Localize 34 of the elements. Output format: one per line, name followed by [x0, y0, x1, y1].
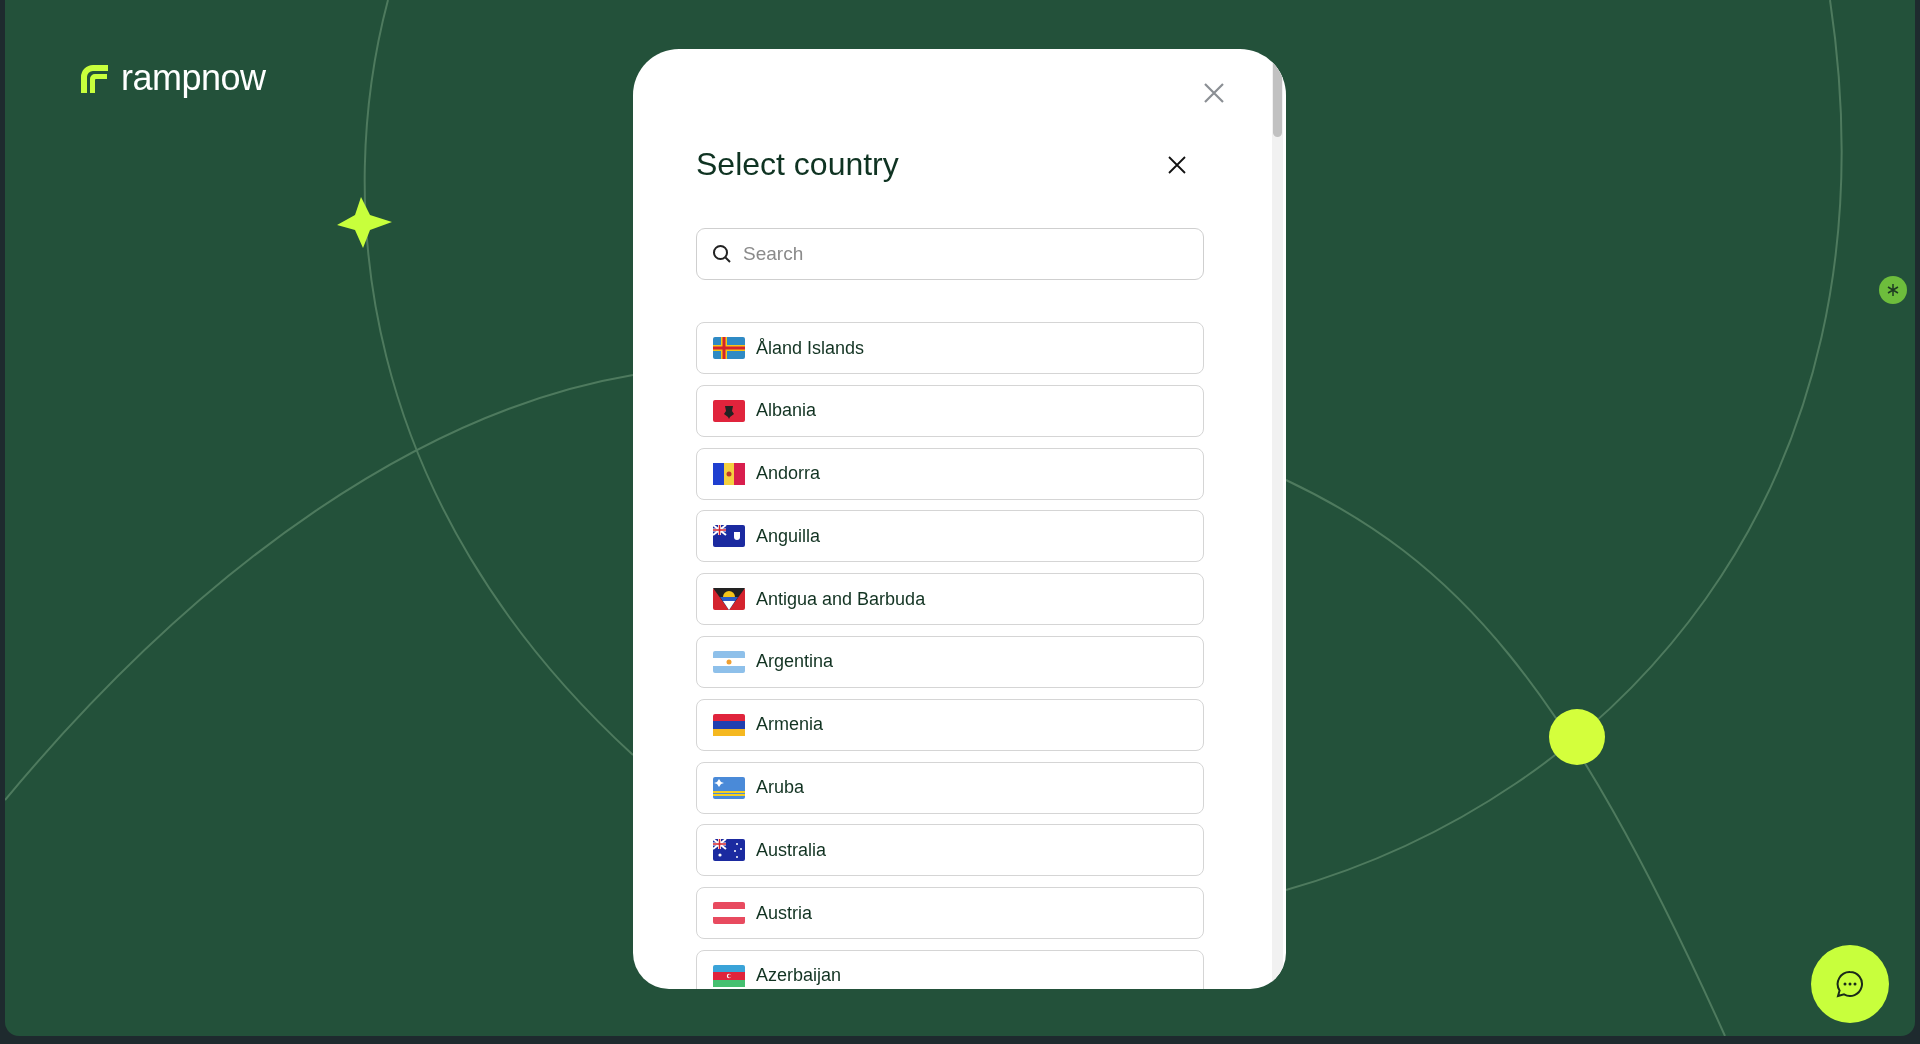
flag-icon: [713, 588, 745, 611]
flag-icon: [713, 964, 745, 987]
flag-icon: [713, 337, 745, 359]
country-option[interactable]: Australia: [696, 824, 1204, 877]
country-option[interactable]: Argentina: [696, 636, 1204, 688]
flag-icon: [713, 713, 745, 736]
dialog-title: Select country: [696, 146, 899, 183]
country-option[interactable]: Anguilla: [696, 510, 1204, 563]
flag-icon: [713, 776, 745, 799]
logo-icon: [79, 63, 109, 93]
asterisk-badge-icon: [1879, 276, 1907, 304]
brand-name: rampnow: [121, 60, 266, 96]
country-option[interactable]: Aruba: [696, 761, 1204, 814]
country-option[interactable]: Armenia: [696, 698, 1204, 751]
dot: [1549, 709, 1605, 765]
sparkle-icon: [337, 197, 392, 248]
search-icon: [712, 244, 732, 264]
country-option[interactable]: Austria: [696, 887, 1204, 940]
close-icon: [1203, 82, 1225, 104]
country-option[interactable]: Albania: [696, 384, 1204, 437]
country-option[interactable]: Antigua and Barbuda: [696, 573, 1204, 626]
flag-icon: [713, 839, 745, 862]
search-field[interactable]: Search: [696, 228, 1204, 280]
flag-icon: [713, 399, 745, 422]
country-option[interactable]: Andorra: [696, 447, 1204, 500]
close-button[interactable]: [1167, 154, 1187, 175]
chat-icon: [1835, 969, 1865, 999]
country-option[interactable]: Azerbaijan: [696, 949, 1204, 989]
flag-icon: [713, 651, 745, 673]
flag-icon: [713, 462, 745, 485]
flag-icon: [713, 525, 745, 548]
close-icon: [1167, 154, 1187, 175]
flag-icon: [713, 902, 745, 925]
country-option[interactable]: Åland Islands: [696, 322, 1204, 374]
